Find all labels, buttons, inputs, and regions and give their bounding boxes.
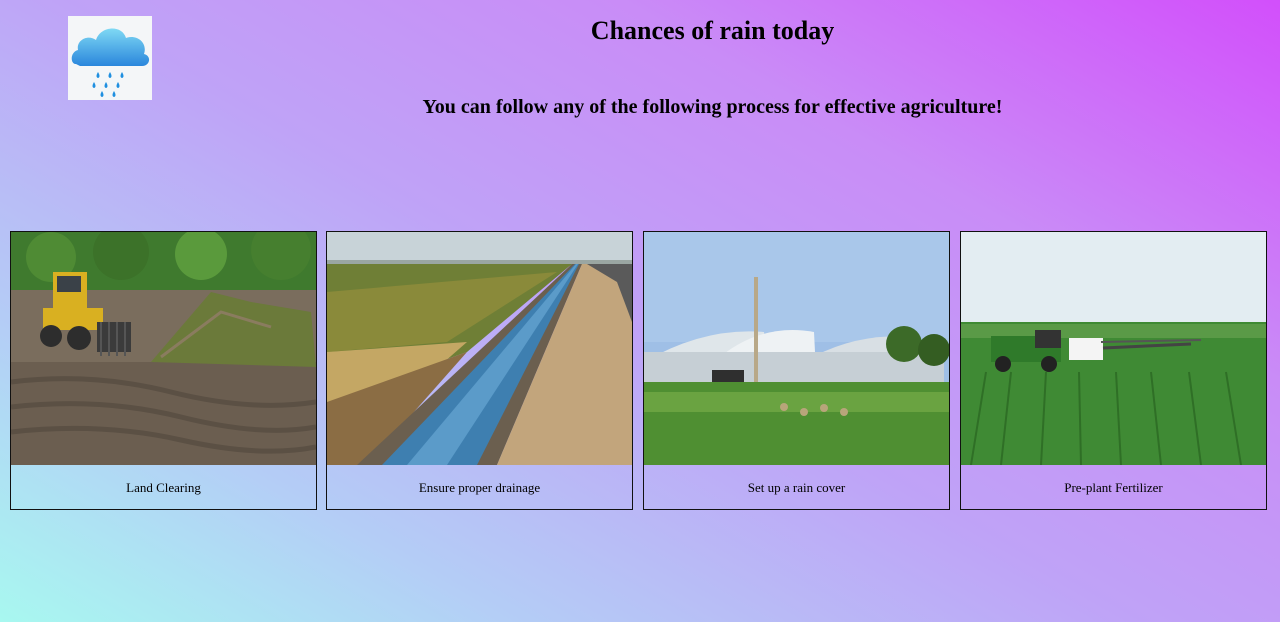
card-caption: Ensure proper drainage [418, 480, 541, 495]
card-drainage[interactable]: Ensure proper drainage [326, 231, 633, 510]
card-fertilizer[interactable]: Pre-plant Fertilizer [960, 231, 1267, 510]
card-caption: Set up a rain cover [747, 480, 846, 495]
card-rain-cover[interactable]: Set up a rain cover [643, 231, 950, 510]
land-clearing-image [11, 232, 316, 465]
fertilizer-image [961, 232, 1266, 465]
process-cards: Land Clearing Ensure proper drainage Set… [10, 231, 1268, 510]
card-caption: Land Clearing [126, 480, 201, 495]
card-caption: Pre-plant Fertilizer [1064, 480, 1163, 495]
rain-cover-image [644, 232, 949, 465]
page-title: Chances of rain today [590, 16, 835, 45]
drainage-image [327, 232, 632, 465]
page-subtitle: You can follow any of the following proc… [422, 96, 1003, 118]
card-land-clearing[interactable]: Land Clearing [10, 231, 317, 510]
